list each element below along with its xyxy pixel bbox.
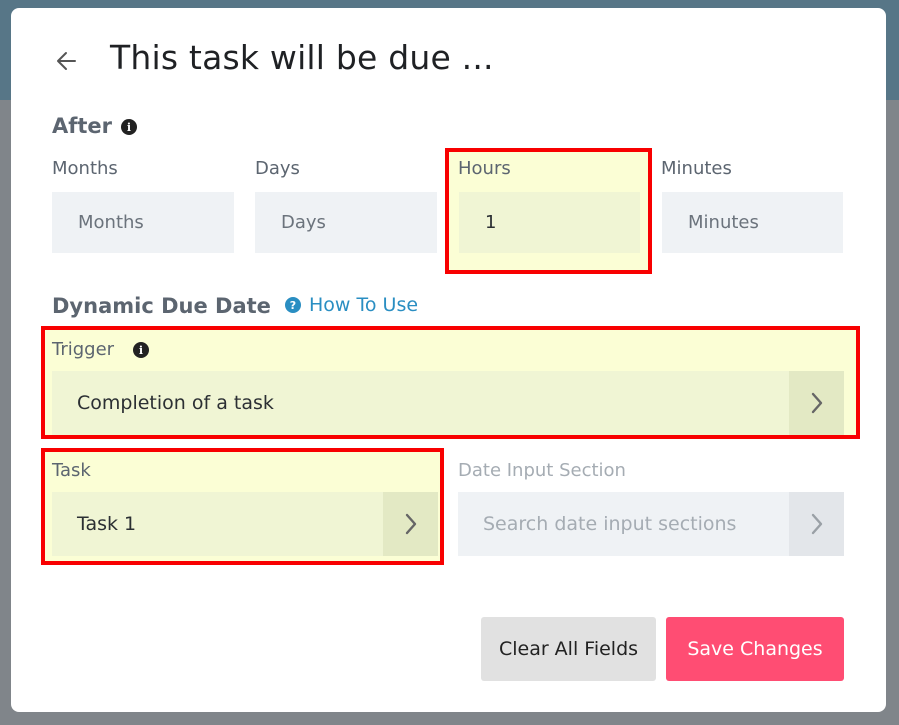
task-label: Task <box>52 460 91 481</box>
trigger-value: Completion of a task <box>77 392 274 414</box>
minutes-input[interactable]: Minutes <box>662 192 843 253</box>
hours-label: Hours <box>458 158 511 179</box>
how-to-use-link[interactable]: ? How To Use <box>285 294 418 316</box>
days-input[interactable]: Days <box>255 192 437 253</box>
back-arrow-icon[interactable] <box>53 48 79 74</box>
date-input-section-placeholder: Search date input sections <box>483 513 737 535</box>
save-changes-button[interactable]: Save Changes <box>666 617 844 681</box>
how-to-use-label: How To Use <box>309 294 419 316</box>
clear-all-fields-button[interactable]: Clear All Fields <box>481 617 656 681</box>
days-label: Days <box>255 158 300 179</box>
task-select[interactable]: Task 1 <box>52 492 438 556</box>
after-heading: After <box>52 114 113 138</box>
chevron-right-icon[interactable] <box>383 492 438 556</box>
trigger-info-icon[interactable]: i <box>133 342 149 358</box>
date-input-section-select[interactable]: Search date input sections <box>458 492 844 556</box>
after-info-icon[interactable]: i <box>121 119 137 135</box>
minutes-label: Minutes <box>661 158 732 179</box>
trigger-label: Trigger <box>52 339 115 360</box>
due-date-modal: This task will be due ... After i Months… <box>11 8 886 712</box>
help-icon: ? <box>285 297 301 313</box>
trigger-select[interactable]: Completion of a task <box>52 371 844 435</box>
modal-title: This task will be due ... <box>110 38 494 77</box>
date-input-section-label: Date Input Section <box>458 460 626 481</box>
hours-input[interactable]: 1 <box>459 192 640 253</box>
chevron-right-icon[interactable] <box>789 492 844 556</box>
task-value: Task 1 <box>77 513 137 535</box>
months-input[interactable]: Months <box>52 192 234 253</box>
dynamic-due-date-heading: Dynamic Due Date <box>52 294 271 318</box>
chevron-right-icon[interactable] <box>789 371 844 435</box>
months-label: Months <box>52 158 118 179</box>
